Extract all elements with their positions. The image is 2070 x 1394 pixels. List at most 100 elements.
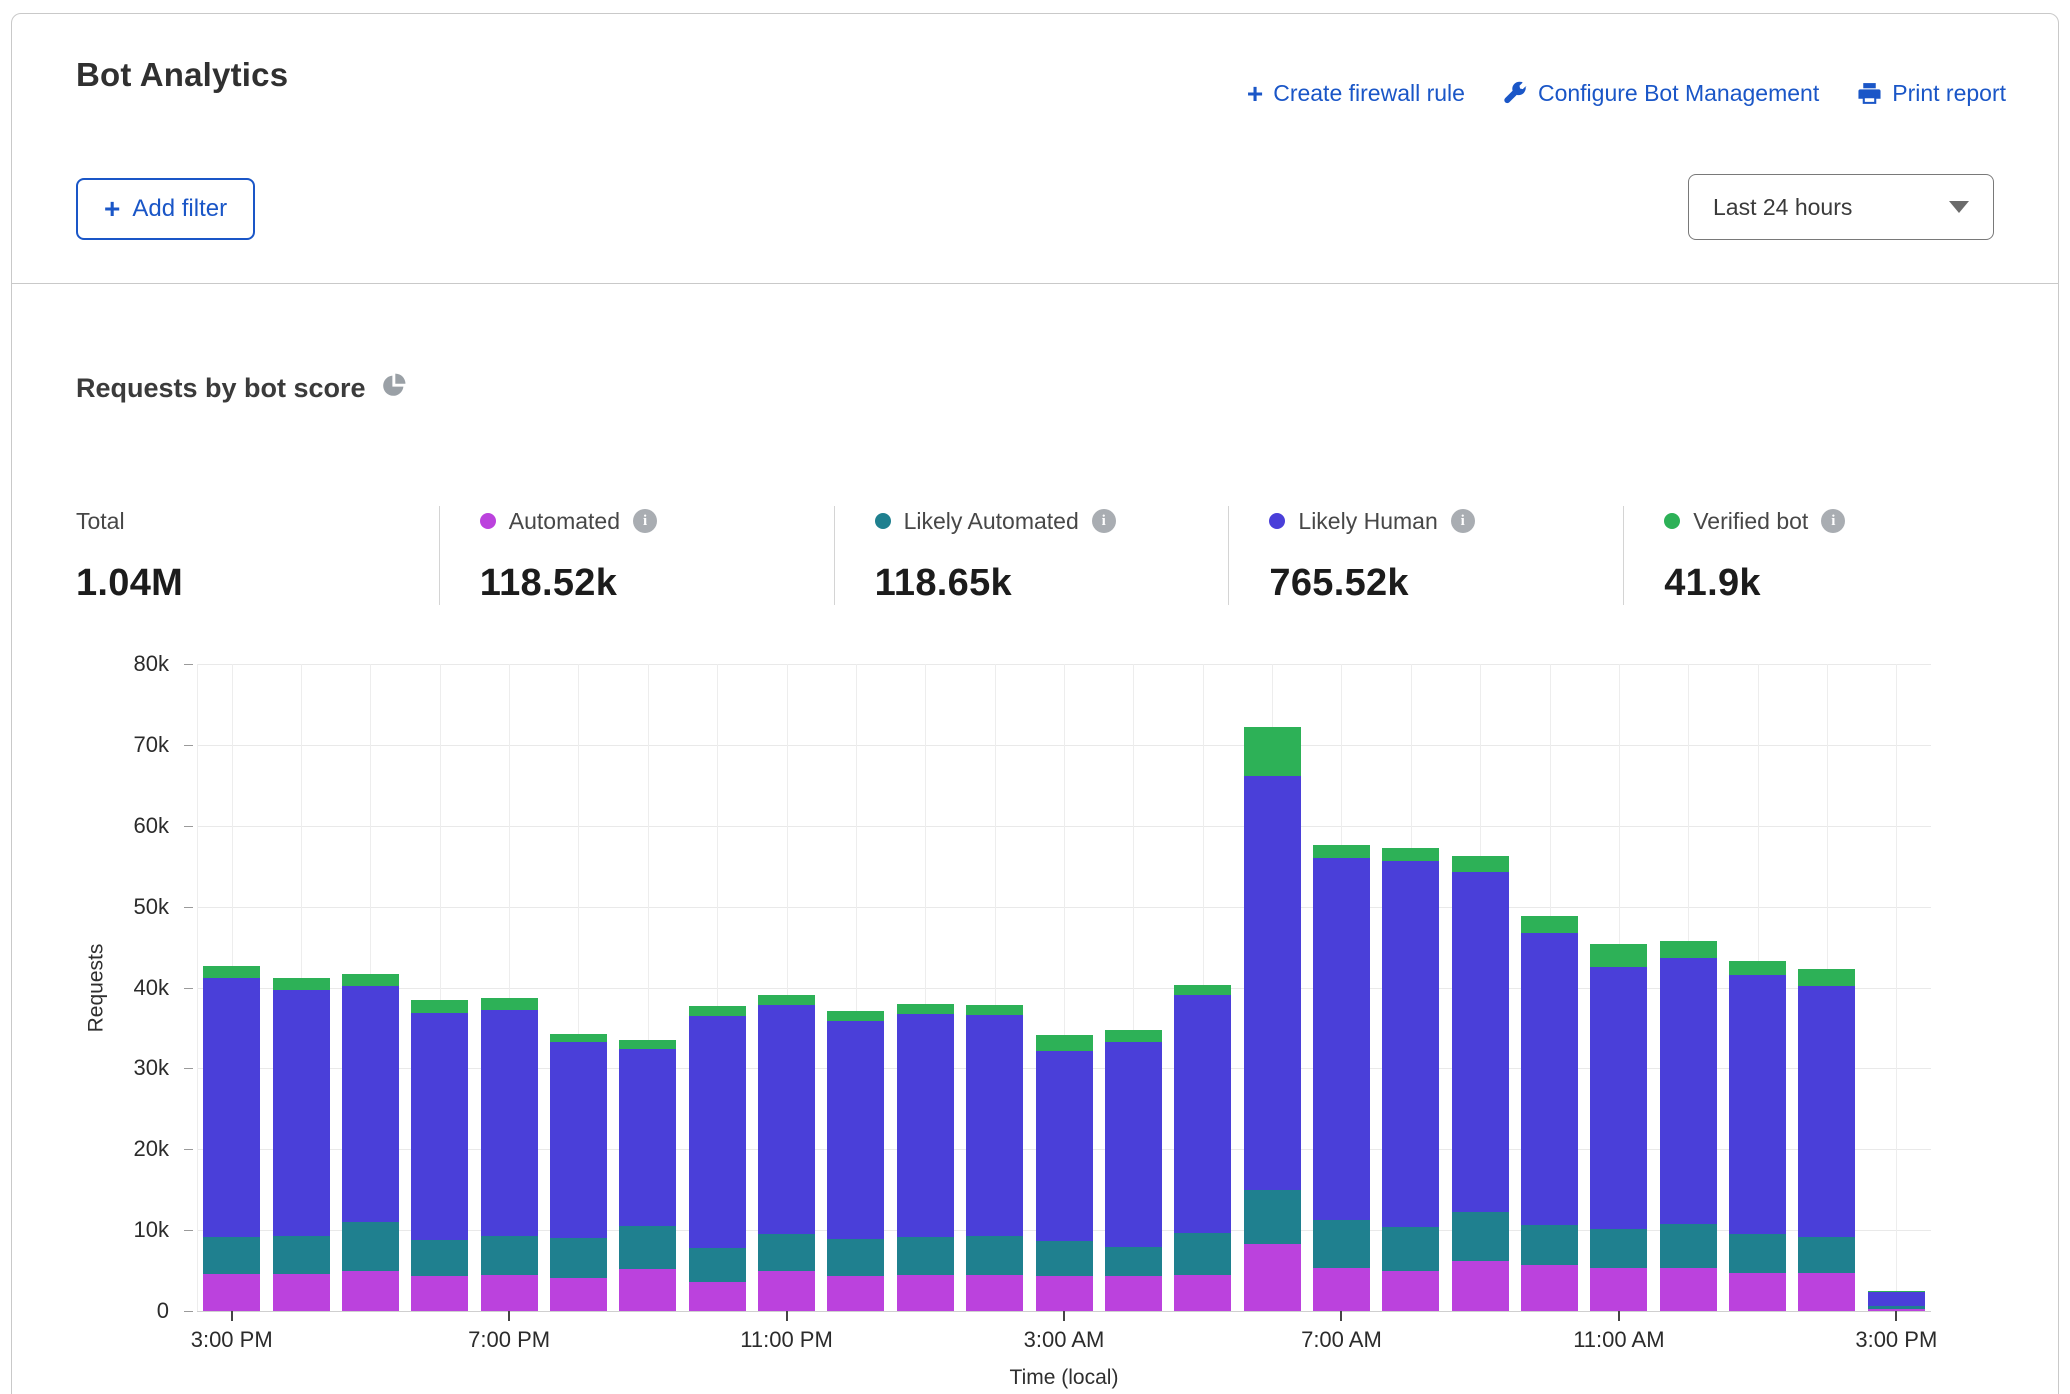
bar-segment-automated[interactable]	[1798, 1273, 1855, 1311]
bar-segment-verified-bot[interactable]	[897, 1004, 954, 1014]
bar-segment-likely-human[interactable]	[1313, 858, 1370, 1220]
bar-segment-likely-automated[interactable]	[411, 1240, 468, 1276]
bar-segment-automated[interactable]	[1244, 1244, 1301, 1311]
bar-segment-automated[interactable]	[1382, 1271, 1439, 1311]
bar-segment-likely-automated[interactable]	[966, 1236, 1023, 1276]
bar-segment-verified-bot[interactable]	[1382, 848, 1439, 861]
bar-segment-verified-bot[interactable]	[411, 1000, 468, 1012]
bar-segment-automated[interactable]	[550, 1278, 607, 1311]
bar-segment-automated[interactable]	[1105, 1276, 1162, 1311]
bar-segment-likely-automated[interactable]	[1729, 1234, 1786, 1273]
bar-segment-likely-human[interactable]	[273, 990, 330, 1236]
bar-segment-automated[interactable]	[1036, 1276, 1093, 1311]
print-report-link[interactable]: Print report	[1857, 80, 2006, 107]
bar-segment-likely-human[interactable]	[1798, 986, 1855, 1237]
bar-segment-verified-bot[interactable]	[1452, 856, 1509, 872]
bar-segment-verified-bot[interactable]	[758, 995, 815, 1006]
bar-segment-verified-bot[interactable]	[1036, 1035, 1093, 1051]
bar-segment-likely-automated[interactable]	[273, 1236, 330, 1274]
bar-segment-automated[interactable]	[1729, 1273, 1786, 1311]
bar-segment-automated[interactable]	[1521, 1265, 1578, 1311]
bar-segment-verified-bot[interactable]	[550, 1034, 607, 1043]
bar-segment-likely-automated[interactable]	[1521, 1225, 1578, 1265]
bar-segment-likely-human[interactable]	[1174, 995, 1231, 1233]
bar-segment-likely-automated[interactable]	[1313, 1220, 1370, 1269]
bar-segment-likely-automated[interactable]	[1452, 1212, 1509, 1261]
bar-segment-likely-human[interactable]	[1105, 1042, 1162, 1247]
bar-segment-likely-human[interactable]	[827, 1021, 884, 1239]
configure-bot-management-link[interactable]: Configure Bot Management	[1503, 80, 1819, 107]
bar-segment-likely-human[interactable]	[619, 1049, 676, 1226]
bar-segment-verified-bot[interactable]	[1660, 941, 1717, 957]
bar-segment-likely-automated[interactable]	[689, 1248, 746, 1282]
bar-segment-automated[interactable]	[758, 1271, 815, 1311]
bar-segment-likely-automated[interactable]	[481, 1236, 538, 1275]
bar-segment-verified-bot[interactable]	[1174, 985, 1231, 995]
bar-segment-likely-automated[interactable]	[342, 1222, 399, 1271]
bar-segment-likely-human[interactable]	[1729, 975, 1786, 1234]
bar-segment-likely-human[interactable]	[203, 978, 260, 1237]
bar-segment-likely-human[interactable]	[411, 1013, 468, 1240]
bar-segment-automated[interactable]	[1590, 1268, 1647, 1311]
bar-segment-verified-bot[interactable]	[481, 998, 538, 1010]
bar-segment-likely-human[interactable]	[689, 1016, 746, 1248]
bar-segment-likely-automated[interactable]	[1105, 1247, 1162, 1276]
bar-segment-verified-bot[interactable]	[1590, 944, 1647, 967]
info-icon[interactable]: i	[633, 509, 657, 533]
bar-segment-automated[interactable]	[966, 1275, 1023, 1311]
create-firewall-rule-link[interactable]: + Create firewall rule	[1247, 80, 1465, 107]
bar-segment-verified-bot[interactable]	[1729, 961, 1786, 976]
bar-segment-verified-bot[interactable]	[342, 974, 399, 986]
bar-segment-likely-automated[interactable]	[550, 1238, 607, 1278]
bar-segment-likely-automated[interactable]	[827, 1239, 884, 1276]
bar-segment-verified-bot[interactable]	[1313, 845, 1370, 858]
bar-segment-likely-human[interactable]	[1382, 861, 1439, 1227]
bar-segment-automated[interactable]	[689, 1282, 746, 1311]
bar-segment-likely-automated[interactable]	[1868, 1306, 1925, 1308]
bar-segment-likely-automated[interactable]	[1244, 1190, 1301, 1243]
bar-segment-likely-human[interactable]	[1521, 933, 1578, 1225]
bar-segment-automated[interactable]	[1660, 1268, 1717, 1311]
info-icon[interactable]: i	[1092, 509, 1116, 533]
bar-segment-likely-human[interactable]	[1660, 958, 1717, 1224]
bar-segment-verified-bot[interactable]	[1521, 916, 1578, 933]
bar-segment-verified-bot[interactable]	[1244, 727, 1301, 776]
bar-segment-automated[interactable]	[827, 1276, 884, 1311]
bar-segment-automated[interactable]	[481, 1275, 538, 1311]
bar-segment-likely-automated[interactable]	[1382, 1227, 1439, 1271]
bar-segment-likely-automated[interactable]	[1798, 1237, 1855, 1273]
bar-segment-verified-bot[interactable]	[273, 978, 330, 990]
bar-segment-automated[interactable]	[1452, 1261, 1509, 1311]
bar-segment-verified-bot[interactable]	[1798, 969, 1855, 986]
bar-segment-likely-human[interactable]	[966, 1015, 1023, 1236]
bar-segment-likely-automated[interactable]	[1590, 1229, 1647, 1268]
bar-segment-likely-human[interactable]	[1590, 967, 1647, 1229]
bar-segment-verified-bot[interactable]	[827, 1011, 884, 1022]
bar-segment-likely-automated[interactable]	[1174, 1233, 1231, 1276]
bar-segment-likely-automated[interactable]	[619, 1226, 676, 1269]
bar-segment-likely-human[interactable]	[550, 1042, 607, 1238]
bar-segment-verified-bot[interactable]	[619, 1040, 676, 1049]
bar-segment-likely-automated[interactable]	[897, 1237, 954, 1275]
bar-segment-likely-human[interactable]	[1868, 1292, 1925, 1306]
bar-segment-likely-human[interactable]	[758, 1005, 815, 1234]
bar-segment-likely-automated[interactable]	[203, 1237, 260, 1274]
bar-segment-likely-automated[interactable]	[758, 1234, 815, 1271]
bar-segment-verified-bot[interactable]	[203, 966, 260, 977]
bar-segment-automated[interactable]	[897, 1275, 954, 1311]
bar-segment-likely-automated[interactable]	[1660, 1224, 1717, 1268]
bar-segment-likely-human[interactable]	[897, 1014, 954, 1236]
bar-segment-automated[interactable]	[342, 1271, 399, 1311]
bar-segment-likely-human[interactable]	[1036, 1051, 1093, 1240]
bar-segment-likely-human[interactable]	[1244, 776, 1301, 1191]
info-icon[interactable]: i	[1821, 509, 1845, 533]
bar-segment-verified-bot[interactable]	[1105, 1030, 1162, 1042]
add-filter-button[interactable]: + Add filter	[76, 178, 255, 240]
bar-segment-likely-human[interactable]	[481, 1010, 538, 1236]
bar-segment-automated[interactable]	[203, 1274, 260, 1311]
bar-segment-likely-automated[interactable]	[1036, 1241, 1093, 1277]
bar-segment-automated[interactable]	[1313, 1268, 1370, 1311]
bar-segment-verified-bot[interactable]	[689, 1006, 746, 1016]
bar-segment-automated[interactable]	[1174, 1275, 1231, 1311]
bar-segment-verified-bot[interactable]	[966, 1005, 1023, 1015]
